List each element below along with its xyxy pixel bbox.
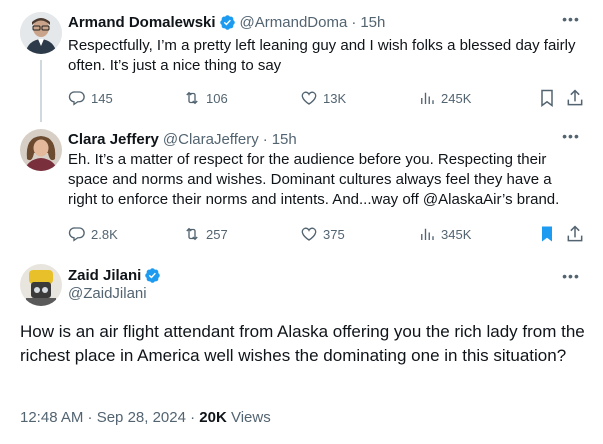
retweet-icon: [186, 91, 198, 105]
tweet-text: Eh. It’s a matter of respect for the aud…: [68, 151, 560, 208]
like-button[interactable]: 375: [300, 224, 345, 244]
view-count: 345K: [441, 226, 472, 242]
retweet-button[interactable]: 257: [183, 224, 228, 244]
reply-count: 145: [91, 90, 113, 106]
tweet-time[interactable]: 15h: [272, 131, 297, 148]
tweet-text: How is an air flight attendant from Alas…: [20, 322, 585, 365]
reply-button[interactable]: 2.8K: [68, 224, 118, 244]
action-bar: 2.8K 257 375 345K: [68, 224, 593, 244]
views-label: Views: [226, 409, 271, 426]
avatar[interactable]: [20, 129, 62, 171]
retweet-count: 257: [206, 226, 228, 242]
author-name[interactable]: Clara Jeffery: [68, 131, 159, 148]
heart-icon: [301, 91, 317, 105]
share-icon[interactable]: [565, 224, 585, 244]
tweet-text: Respectfully, I’m a pretty left leaning …: [68, 37, 576, 74]
reply-icon: [68, 227, 85, 242]
share-icon[interactable]: [565, 88, 585, 108]
avatar[interactable]: [20, 264, 62, 306]
heart-icon: [301, 227, 317, 241]
author-name-row: Zaid Jilani: [68, 267, 161, 284]
analytics-icon: [421, 228, 434, 240]
analytics-icon: [421, 92, 434, 104]
tweet-header: Clara Jeffery @ClaraJeffery · 15h: [68, 129, 297, 149]
view-count: 245K: [441, 90, 472, 106]
like-count: 375: [323, 226, 345, 242]
verified-badge-icon: [219, 14, 235, 30]
separator-dot: ·: [262, 130, 268, 148]
author-handle[interactable]: @ArmandDoma: [240, 14, 348, 31]
views-count: 20K: [199, 409, 227, 426]
like-button[interactable]: 13K: [300, 88, 346, 108]
author-handle[interactable]: @ZaidJilani: [68, 285, 147, 302]
separator-dot: ·: [351, 13, 357, 31]
views-button[interactable]: 345K: [418, 224, 471, 244]
bookmark-icon[interactable]: [537, 88, 557, 108]
bookmark-icon[interactable]: [537, 224, 557, 244]
author-name[interactable]: Zaid Jilani: [68, 267, 141, 284]
thread-line: [40, 60, 42, 122]
action-bar: 145 106 13K 245K: [68, 88, 593, 108]
tweet-time[interactable]: 15h: [360, 14, 385, 31]
views-button[interactable]: 245K: [418, 88, 471, 108]
more-options-icon[interactable]: •••: [561, 129, 581, 149]
retweet-icon: [186, 227, 198, 241]
avatar[interactable]: [20, 12, 62, 54]
author-name[interactable]: Armand Domalewski: [68, 14, 216, 31]
tweet-meta: 12:48 AM · Sep 28, 2024 · 20K Views: [20, 409, 271, 426]
reply-button[interactable]: 145: [68, 88, 113, 108]
verified-badge-icon: [145, 268, 161, 283]
retweet-button[interactable]: 106: [183, 88, 228, 108]
retweet-count: 106: [206, 90, 228, 106]
timestamp[interactable]: 12:48 AM · Sep 28, 2024 ·: [20, 409, 199, 426]
reply-icon: [68, 91, 85, 106]
more-options-icon[interactable]: •••: [561, 269, 581, 289]
more-options-icon[interactable]: •••: [561, 12, 581, 32]
author-handle[interactable]: @ClaraJeffery: [163, 131, 259, 148]
tweet-header: Armand Domalewski @ArmandDoma · 15h: [68, 12, 385, 32]
reply-count: 2.8K: [91, 226, 118, 242]
like-count: 13K: [323, 90, 347, 106]
